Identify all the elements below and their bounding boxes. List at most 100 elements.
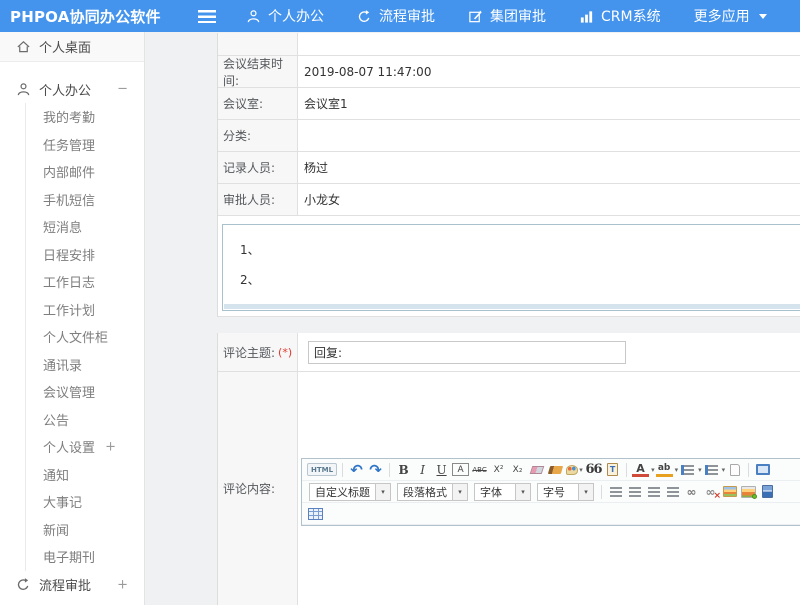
- border-text-button[interactable]: A: [452, 463, 469, 476]
- topbar: PHPOA协同办公软件 个人办公 流程审批 集团审批 CRM系统: [0, 0, 800, 32]
- sidebar-item-label: 公告: [43, 410, 69, 429]
- home-icon: [16, 39, 31, 54]
- insert-media-button[interactable]: [759, 483, 776, 501]
- meeting-content-cell: 1、 2、: [218, 216, 800, 317]
- nav-crm[interactable]: CRM系统: [579, 6, 661, 26]
- image-icon: [723, 486, 737, 497]
- underline-button[interactable]: U: [433, 461, 450, 479]
- ordered-list-icon: [681, 465, 694, 475]
- unordered-list-icon: [705, 465, 718, 475]
- format-painter-button[interactable]: [547, 461, 564, 479]
- remove-format-button[interactable]: [528, 461, 545, 479]
- caret-down-icon: ▾: [698, 466, 702, 474]
- ordered-list-button[interactable]: [679, 461, 696, 479]
- remove-link-button[interactable]: ∞×: [702, 483, 719, 501]
- sidebar-group-personal-office[interactable]: 个人办公 −: [0, 75, 144, 103]
- blockquote-button[interactable]: 66: [585, 461, 602, 479]
- field-comment-content: 评论内容: HTML ↶ ↷ B I U A ABC: [218, 372, 800, 605]
- field-value: 2019-08-07 11:47:00: [298, 56, 800, 87]
- caret-down-icon: ▾: [515, 484, 530, 500]
- strikethrough-button[interactable]: ABC: [471, 461, 488, 479]
- insert-image-button[interactable]: [721, 483, 738, 501]
- font-size-select[interactable]: 字号 ▾: [537, 483, 594, 501]
- field-label: 记录人员:: [218, 152, 298, 183]
- undo-button[interactable]: ↶: [348, 461, 365, 479]
- sidebar-item-internal-mail[interactable]: 内部邮件: [26, 158, 144, 186]
- sidebar-item-my-attendance[interactable]: 我的考勤: [26, 103, 144, 131]
- sidebar-item-label: 工作计划: [43, 300, 95, 319]
- sidebar-item-work-plan[interactable]: 工作计划: [26, 296, 144, 324]
- toolbar-separator: [748, 463, 749, 477]
- field-label: 分类:: [218, 120, 298, 151]
- sidebar-group-workflow-approval[interactable]: 流程审批 +: [0, 571, 144, 599]
- field-value: 会议室1: [298, 88, 800, 119]
- nav-personal-office[interactable]: 个人办公: [246, 6, 324, 26]
- font-color-button[interactable]: A: [632, 462, 649, 477]
- sidebar-item-label: 大事记: [43, 492, 82, 511]
- custom-heading-select[interactable]: 自定义标题 ▾: [309, 483, 391, 501]
- bold-button[interactable]: B: [395, 461, 412, 479]
- caret-down-icon: ▾: [452, 484, 467, 500]
- redo-button[interactable]: ↷: [367, 461, 384, 479]
- source-code-button[interactable]: HTML: [307, 463, 337, 476]
- highlight-color-button[interactable]: ab: [656, 463, 673, 477]
- hamburger-menu-icon[interactable]: [198, 10, 216, 23]
- align-right-button[interactable]: [645, 483, 662, 501]
- unordered-list-button[interactable]: [703, 461, 720, 479]
- toolbar-separator: [626, 463, 627, 477]
- superscript-button[interactable]: X²: [490, 461, 507, 479]
- insert-link-button[interactable]: ∞: [683, 483, 700, 501]
- sidebar-item-meeting-management[interactable]: 会议管理: [26, 378, 144, 406]
- sidebar-item-mobile-sms[interactable]: 手机短信: [26, 186, 144, 214]
- sidebar-item-announcement[interactable]: 公告: [26, 406, 144, 434]
- align-left-button[interactable]: [607, 483, 624, 501]
- nav-group-approval[interactable]: 集团审批: [468, 6, 546, 26]
- new-document-button[interactable]: [726, 461, 743, 479]
- paragraph-format-select[interactable]: 段落格式 ▾: [397, 483, 468, 501]
- sidebar-item-personal-cabinet[interactable]: 个人文件柜: [26, 323, 144, 351]
- align-right-icon: [648, 487, 660, 497]
- toolbar-separator: [389, 463, 390, 477]
- field-category: 分类:: [218, 120, 800, 152]
- sidebar-subgroup-personal-settings[interactable]: 个人设置 +: [26, 433, 144, 461]
- collapse-toggle[interactable]: −: [117, 82, 128, 97]
- expand-toggle[interactable]: +: [105, 439, 116, 454]
- image-album-button[interactable]: [740, 483, 757, 501]
- sidebar-item-task-management[interactable]: 任务管理: [26, 131, 144, 159]
- sidebar-group-label: 个人办公: [39, 80, 91, 99]
- nav-label: 流程审批: [379, 6, 435, 26]
- sidebar-item-desktop[interactable]: 个人桌面: [0, 32, 144, 62]
- field-label: [218, 33, 298, 55]
- subscript-button[interactable]: X₂: [509, 461, 526, 479]
- align-center-button[interactable]: [626, 483, 643, 501]
- expand-toggle[interactable]: +: [117, 577, 128, 592]
- nav-workflow-approval[interactable]: 流程审批: [357, 6, 435, 26]
- field-value: [298, 33, 800, 55]
- insert-table-button[interactable]: [307, 505, 324, 523]
- nav-more-apps[interactable]: 更多应用: [694, 6, 767, 26]
- field-label: 会议结束时间:: [218, 56, 298, 87]
- person-icon: [16, 82, 31, 97]
- paste-from-word-button[interactable]: T: [604, 461, 621, 479]
- caret-down-icon: [759, 14, 767, 19]
- rich-text-editor: HTML ↶ ↷ B I U A ABC X² X₂ ▾: [301, 458, 800, 526]
- sidebar-item-label: 通讯录: [43, 355, 82, 374]
- sidebar-item-contacts[interactable]: 通讯录: [26, 351, 144, 379]
- fullscreen-button[interactable]: [754, 461, 771, 479]
- align-justify-button[interactable]: [664, 483, 681, 501]
- horizontal-scrollbar[interactable]: [224, 304, 800, 309]
- plus-dot-icon: [752, 494, 757, 499]
- font-family-select[interactable]: 字体 ▾: [474, 483, 531, 501]
- clipboard-icon: T: [607, 463, 618, 476]
- sidebar-item-short-message[interactable]: 短消息: [26, 213, 144, 241]
- sidebar-item-schedule[interactable]: 日程安排: [26, 241, 144, 269]
- italic-button[interactable]: I: [414, 461, 431, 479]
- sidebar-item-work-log[interactable]: 工作日志: [26, 268, 144, 296]
- sidebar-item-label: 短消息: [43, 217, 82, 236]
- sidebar-item-notice[interactable]: 通知: [26, 461, 144, 489]
- style-palette-button[interactable]: ▾: [566, 461, 583, 479]
- sidebar-item-memorabilia[interactable]: 大事记: [26, 488, 144, 516]
- sidebar-item-e-journal[interactable]: 电子期刊: [26, 543, 144, 571]
- comment-subject-input[interactable]: [308, 341, 626, 364]
- sidebar-item-news[interactable]: 新闻: [26, 516, 144, 544]
